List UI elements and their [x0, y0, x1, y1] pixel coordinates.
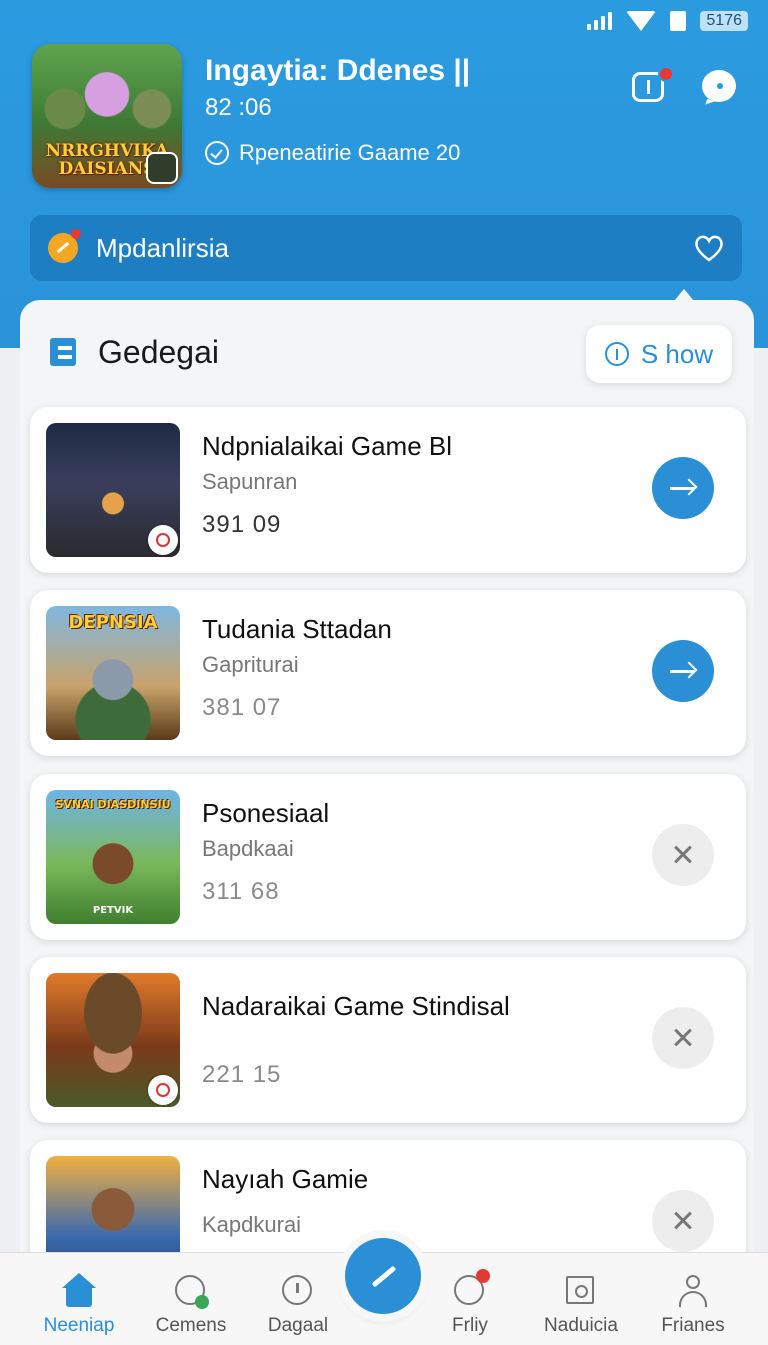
chat-button[interactable]	[700, 68, 740, 108]
game-card[interactable]: Ndpnialaikai Game Bl Sapunran 391 09	[30, 407, 746, 573]
close-button[interactable]	[652, 1007, 714, 1069]
game-subtitle-row: Rpeneatirie Gaame 20	[205, 140, 460, 166]
arrow-right-button[interactable]	[652, 640, 714, 702]
game-card-title: Nadaraikai Game Stindisal	[202, 991, 510, 1021]
check-circle-icon	[205, 141, 229, 165]
status-bar: 5176	[587, 8, 748, 34]
game-card-subtitle: Sapunran	[202, 469, 298, 494]
users-icon	[173, 1273, 209, 1309]
nav-item-frliy[interactable]: Frliy	[415, 1263, 525, 1337]
game-badge-icon	[148, 1075, 178, 1105]
nav-label: Cemens	[155, 1315, 227, 1336]
show-button-label: S how	[640, 338, 714, 369]
nav-label: Frianes	[661, 1315, 725, 1336]
compose-fab-button[interactable]	[345, 1238, 421, 1314]
nav-item-frianes[interactable]: Frianes	[638, 1263, 748, 1337]
nav-label: Dagaal	[267, 1315, 329, 1336]
game-card-title: Ndpnialaikai Game Bl	[202, 431, 453, 461]
close-button[interactable]	[652, 824, 714, 886]
game-card-title: Nayıah Gamie	[202, 1164, 369, 1194]
emoji-icon	[452, 1269, 490, 1309]
game-badge-icon	[146, 152, 178, 184]
nav-item-home[interactable]: Neeniap	[24, 1263, 134, 1337]
game-card[interactable]: Nadaraikai Game Stindisal 221 15	[30, 957, 746, 1123]
game-thumbnail: DEPNSIA	[46, 606, 180, 740]
nav-item-cemens[interactable]: Cemens	[136, 1263, 246, 1337]
signal-icon	[587, 12, 613, 30]
battery-icon	[670, 11, 687, 31]
game-time: 82 :06	[205, 94, 272, 121]
clock-icon	[280, 1273, 316, 1309]
nav-label: Naduicia	[544, 1315, 618, 1336]
subscription-label: Mpdanlirsia	[96, 232, 229, 263]
notification-button[interactable]	[630, 66, 674, 108]
arrow-right-button[interactable]	[652, 457, 714, 519]
game-thumbnail: SVNAI DIASDINSIU PETVIK	[46, 790, 180, 924]
game-card-title: Psonesiaal	[202, 798, 330, 828]
thumbnail-title: DEPNSIA	[68, 612, 158, 633]
game-title: Ingaytia: Ddenes ||	[205, 54, 471, 87]
game-card-stat: 391 09	[202, 511, 282, 538]
section-list-icon	[50, 338, 80, 368]
close-button[interactable]	[652, 1190, 714, 1252]
game-badge-icon	[148, 525, 178, 555]
nav-item-naduicia[interactable]: Naduicia	[526, 1263, 636, 1337]
nav-label: Neeniap	[43, 1315, 115, 1336]
thumbnail-caption: PETVIK	[92, 905, 134, 916]
game-card[interactable]: SVNAI DIASDINSIU PETVIK Psonesiaal Bapdk…	[30, 774, 746, 940]
game-thumbnail	[46, 423, 180, 557]
section-title: Gedegai	[98, 334, 219, 370]
game-card-subtitle: Kapdkurai	[202, 1212, 302, 1237]
subscription-bar[interactable]: Mpdanlirsia	[30, 215, 742, 281]
notification-badge	[658, 66, 674, 82]
wifi-icon	[626, 11, 657, 31]
game-subtitle: Rpeneatirie Gaame 20	[239, 140, 461, 165]
coin-icon	[48, 229, 81, 263]
game-card-stat: 381 07	[202, 694, 282, 721]
person-icon	[675, 1273, 711, 1309]
game-card-subtitle: Bapdkaai	[202, 836, 294, 861]
nav-item-dagaal[interactable]: Dagaal	[243, 1263, 353, 1337]
game-card-stat: 221 15	[202, 1061, 282, 1088]
game-card[interactable]: DEPNSIA Tudania Sttadan Gapriturai 381 0…	[30, 590, 746, 756]
heart-icon[interactable]	[694, 234, 724, 262]
info-icon	[604, 342, 629, 366]
game-card-title: Tudania Sttadan	[202, 614, 392, 644]
game-card-subtitle: Gapriturai	[202, 652, 299, 677]
nav-label: Frliy	[452, 1315, 488, 1336]
photo-icon	[563, 1273, 599, 1309]
show-button[interactable]: S how	[586, 325, 732, 383]
battery-text: 5176	[700, 11, 748, 31]
game-thumbnail	[46, 973, 180, 1107]
game-card-stat: 311 68	[202, 878, 280, 905]
game-cover-art[interactable]: NRRGHVIKA DAISIANS	[32, 44, 182, 188]
thumbnail-title: SVNAI DIASDINSIU	[55, 798, 171, 811]
home-icon	[61, 1273, 97, 1309]
